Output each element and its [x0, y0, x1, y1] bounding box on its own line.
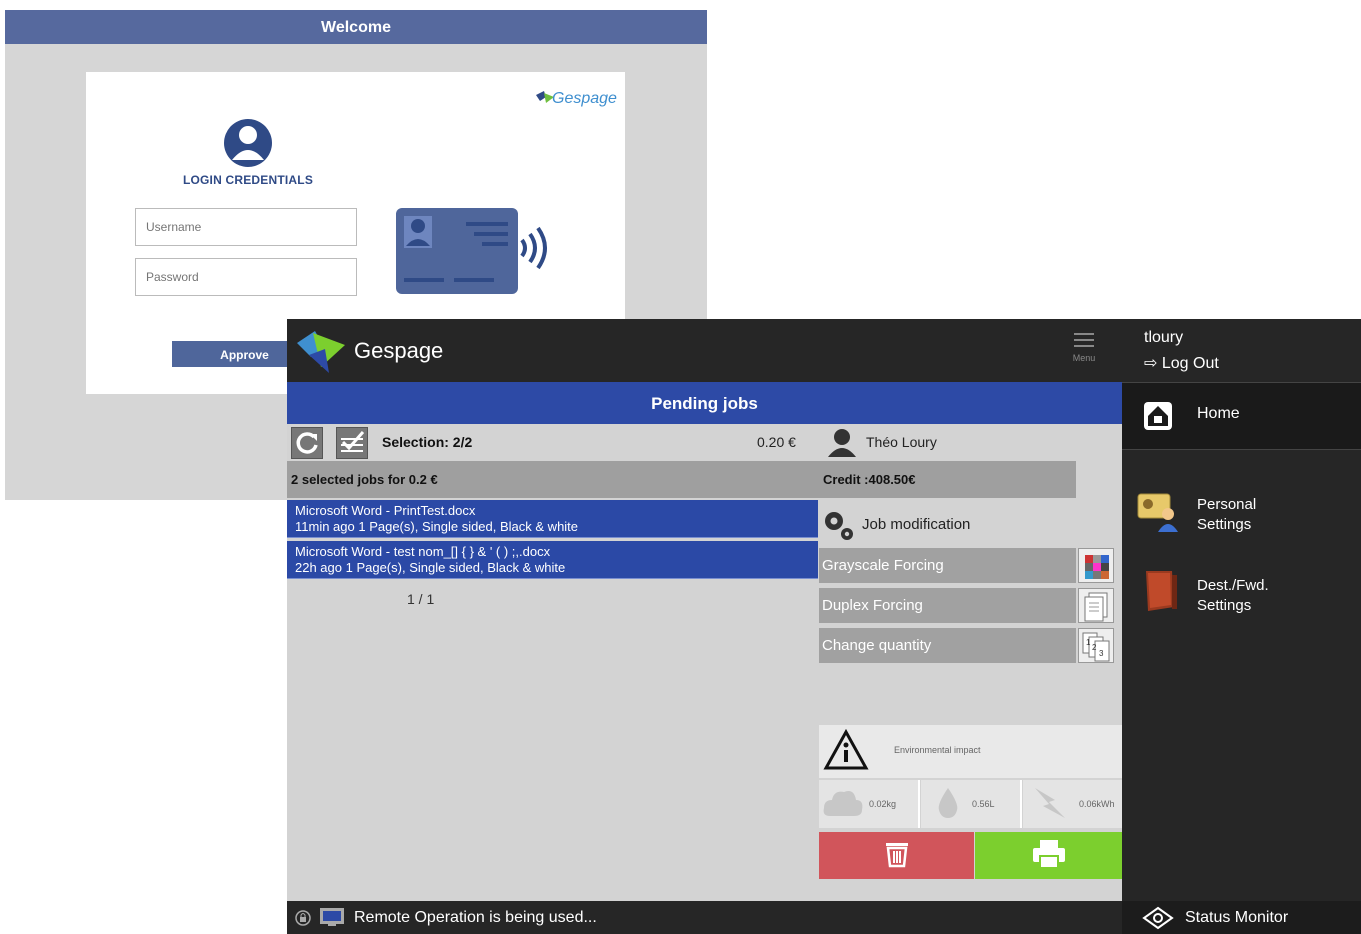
- copies-icon: 1 2 3: [1078, 628, 1114, 663]
- credit-balance: Credit :408.50€: [819, 461, 1076, 498]
- duplex-page-icon: [1078, 588, 1114, 623]
- select-all-button[interactable]: [336, 427, 368, 459]
- logout-button[interactable]: ⇨ Log Out: [1144, 353, 1219, 373]
- printer-icon: [1032, 840, 1065, 869]
- grayscale-forcing-button[interactable]: Grayscale Forcing: [819, 548, 1076, 583]
- trash-icon: [885, 843, 908, 868]
- personal-settings-button[interactable]: Personal Settings: [1122, 486, 1361, 546]
- page-indicator: 1 / 1: [407, 591, 435, 607]
- gespage-logo-text: Gespage: [552, 90, 617, 107]
- job-owner: Théo Loury: [819, 424, 1122, 461]
- app-name: Gespage: [354, 338, 444, 363]
- job-name: Microsoft Word - test nom_[] { } & ' ( )…: [295, 544, 551, 559]
- hamburger-icon: [1074, 333, 1094, 347]
- owner-name: Théo Loury: [866, 434, 937, 450]
- environmental-impact-title: Environmental impact: [894, 745, 981, 755]
- job-name: Microsoft Word - PrintTest.docx: [295, 503, 476, 518]
- menu-label: Menu: [1072, 353, 1096, 363]
- status-monitor-button[interactable]: Status Monitor: [1122, 901, 1361, 934]
- home-icon: [1144, 402, 1172, 430]
- remote-screen-icon: [320, 908, 344, 926]
- status-monitor-icon: [1142, 906, 1174, 930]
- co2-impact: 0.02kg: [819, 780, 920, 828]
- recycle-info-icon: [823, 728, 869, 770]
- selection-count: Selection: 2/2: [382, 434, 473, 450]
- lightning-icon: [1035, 788, 1065, 818]
- address-book-icon: [1146, 571, 1177, 611]
- refresh-button[interactable]: [291, 427, 323, 459]
- status-message: Remote Operation is being used...: [354, 909, 597, 926]
- current-username: tloury: [1144, 329, 1184, 346]
- svg-text:2: 2: [1092, 643, 1097, 652]
- gespage-logo: Gespage: [536, 90, 617, 108]
- printer-app-window: Gespage Menu Pending jobs Selection: 2/2…: [287, 319, 1361, 934]
- personal-settings-line1: Personal: [1197, 496, 1257, 513]
- co2-cloud-icon: [823, 791, 863, 816]
- water-impact: 0.56L: [921, 780, 1022, 828]
- change-quantity-button[interactable]: Change quantity: [819, 628, 1076, 663]
- status-monitor-label: Status Monitor: [1185, 909, 1289, 926]
- jobs-toolbar: Selection: 2/2 0.20 €: [287, 424, 819, 461]
- svg-text:1: 1: [1086, 638, 1091, 647]
- water-value: 0.56L: [972, 799, 995, 809]
- delete-button[interactable]: [819, 832, 974, 879]
- selection-price: 0.20 €: [757, 434, 796, 450]
- selected-jobs-summary: 2 selected jobs for 0.2 €: [287, 461, 819, 498]
- home-label: Home: [1197, 405, 1240, 422]
- svg-text:3: 3: [1099, 649, 1104, 658]
- duplex-forcing-button[interactable]: Duplex Forcing: [819, 588, 1076, 623]
- dest-fwd-settings-button[interactable]: Dest./Fwd. Settings: [1122, 567, 1361, 627]
- app-header: Gespage Menu: [287, 319, 1122, 382]
- logout-label: Log Out: [1161, 355, 1219, 372]
- dest-fwd-line1: Dest./Fwd.: [1197, 577, 1269, 594]
- badge-reader-icon: [396, 208, 547, 294]
- gears-icon: [825, 512, 853, 540]
- gespage-app-logo-icon: [297, 331, 345, 373]
- checklist-icon: [341, 431, 365, 452]
- menu-button[interactable]: Menu: [1065, 331, 1103, 363]
- refresh-icon: [296, 432, 318, 454]
- color-palette-icon: [1078, 548, 1114, 583]
- job-row[interactable]: Microsoft Word - PrintTest.docx 11min ag…: [287, 500, 818, 538]
- water-drop-icon: [938, 788, 958, 818]
- lock-icon: [295, 910, 311, 926]
- energy-value: 0.06kWh: [1079, 799, 1115, 809]
- personal-settings-line2: Settings: [1197, 516, 1252, 533]
- job-details: 22h ago 1 Page(s), Single sided, Black &…: [295, 560, 566, 575]
- home-button[interactable]: Home: [1122, 382, 1361, 450]
- job-row[interactable]: Microsoft Word - test nom_[] { } & ' ( )…: [287, 541, 818, 579]
- status-bar: Remote Operation is being used...: [287, 901, 1122, 934]
- login-title: Welcome: [5, 10, 707, 44]
- dest-fwd-settings-label: Dest./Fwd. Settings: [1197, 576, 1269, 616]
- job-details: 11min ago 1 Page(s), Single sided, Black…: [295, 519, 579, 534]
- login-credentials-label: LOGIN CREDENTIALS: [182, 173, 314, 187]
- logout-icon: ⇨: [1144, 355, 1158, 372]
- pending-jobs-title: Pending jobs: [287, 382, 1122, 424]
- username-input[interactable]: [135, 208, 357, 246]
- password-input[interactable]: [135, 258, 357, 296]
- job-modification-title: Job modification: [862, 516, 971, 533]
- co2-value: 0.02kg: [869, 799, 897, 809]
- personal-settings-label: Personal Settings: [1197, 495, 1256, 535]
- print-button[interactable]: [975, 832, 1122, 879]
- side-panel: tloury ⇨ Log Out Home Personal Settings: [1122, 319, 1361, 901]
- energy-impact: 0.06kWh: [1023, 780, 1124, 828]
- user-icon: [224, 119, 272, 167]
- environmental-impact-panel: Environmental impact: [819, 725, 1122, 778]
- dest-fwd-line2: Settings: [1197, 597, 1252, 614]
- personal-settings-icon: [1137, 493, 1178, 532]
- person-icon: [828, 429, 856, 457]
